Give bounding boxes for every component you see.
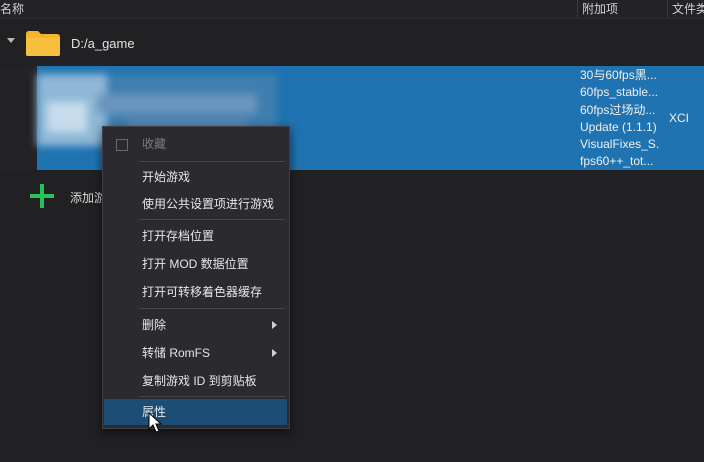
column-header-file-type[interactable]: 文件类 <box>667 0 704 18</box>
menu-item-label: 开始游戏 <box>142 170 191 184</box>
game-dir-row[interactable]: D:/a_game <box>0 24 704 62</box>
context-menu: 收藏 开始游戏 使用公共设置项进行游戏 打开存档位置 打开 MOD 数据位置 打… <box>102 126 290 429</box>
addon-item: fps60++_tot... <box>580 154 654 169</box>
menu-item-start-game[interactable]: 开始游戏 <box>103 164 289 190</box>
addon-item: VisualFixes_S... <box>580 137 660 152</box>
menu-item-label: 打开 MOD 数据位置 <box>142 257 249 271</box>
list-header: 名称 附加项 文件类 <box>0 0 704 19</box>
menu-separator <box>139 308 285 309</box>
mouse-cursor-icon <box>148 412 163 433</box>
menu-item-label: 打开存档位置 <box>142 229 215 243</box>
menu-item-label: 打开可转移着色器缓存 <box>142 285 263 299</box>
column-header-name[interactable]: 名称 <box>0 0 576 18</box>
menu-item-label: 复制游戏 ID 到剪贴板 <box>142 374 257 388</box>
submenu-arrow-icon <box>272 349 277 357</box>
menu-item-properties[interactable]: 属性 <box>104 399 287 425</box>
menu-item-copy-title-id[interactable]: 复制游戏 ID 到剪贴板 <box>103 368 289 394</box>
menu-item-open-mod-location[interactable]: 打开 MOD 数据位置 <box>103 251 289 277</box>
favorite-checkbox[interactable] <box>116 139 128 151</box>
menu-separator <box>139 396 285 397</box>
addon-item: Update (1.1.1) <box>580 119 657 134</box>
menu-separator <box>139 161 285 162</box>
menu-item-dump-romfs[interactable]: 转储 RomFS <box>103 340 289 366</box>
menu-item-label: 删除 <box>142 318 167 332</box>
menu-item-start-global-config[interactable]: 使用公共设置项进行游戏 <box>103 191 289 217</box>
file-type-value: XCI <box>669 111 690 125</box>
menu-item-remove[interactable]: 删除 <box>103 312 289 338</box>
menu-item-open-shader-cache[interactable]: 打开可转移着色器缓存 <box>103 279 289 305</box>
addon-item: 60fps过场动... <box>580 102 656 117</box>
folder-icon <box>26 31 60 56</box>
menu-item-label: 转储 RomFS <box>142 346 211 360</box>
addon-list: 30与60fps黑... 60fps_stable... 60fps过场动...… <box>580 67 660 171</box>
row-indent <box>0 66 37 170</box>
expand-arrow-icon[interactable] <box>7 38 15 43</box>
menu-item-favorite[interactable]: 收藏 <box>103 131 289 157</box>
add-game-dir-label: 添加游 <box>70 191 107 205</box>
column-header-addons[interactable]: 附加项 <box>577 0 670 18</box>
addon-item: 30与60fps黑... <box>580 68 657 82</box>
menu-item-open-save-location[interactable]: 打开存档位置 <box>103 223 289 249</box>
addon-item: 60fps_stable... <box>580 85 659 100</box>
submenu-arrow-icon <box>272 321 277 329</box>
menu-separator <box>139 219 285 220</box>
menu-item-label: 使用公共设置项进行游戏 <box>142 197 275 211</box>
menu-item-label: 收藏 <box>142 137 167 151</box>
game-dir-path: D:/a_game <box>71 36 135 51</box>
plus-icon <box>30 184 54 208</box>
